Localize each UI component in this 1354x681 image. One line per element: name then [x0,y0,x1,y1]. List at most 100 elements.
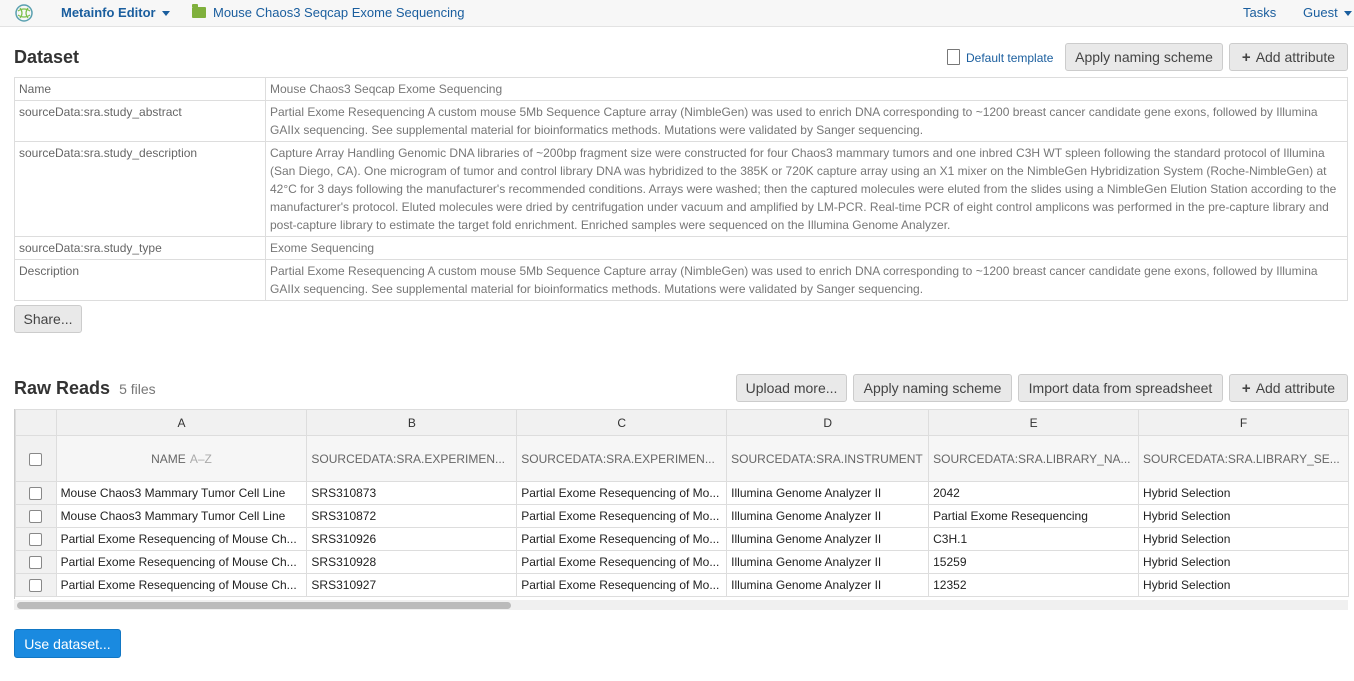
column-letter[interactable]: C [516,409,728,436]
column-letter[interactable]: F [1138,409,1349,436]
app-menu[interactable]: Metainfo Editor [61,5,170,20]
table-cell[interactable]: Illumina Genome Analyzer II [726,504,930,528]
table-cell[interactable]: Partial Exome Resequencing of Mo... [516,527,728,551]
tasks-link[interactable]: Tasks [1243,5,1276,20]
column-header[interactable]: SOURCEDATA:SRA.EXPERIMEN... [306,435,518,482]
column-letter[interactable]: D [726,409,930,436]
table-cell[interactable]: Mouse Chaos3 Mammary Tumor Cell Line [55,481,308,505]
attribute-row[interactable]: Name Mouse Chaos3 Seqcap Exome Sequencing [14,77,1348,101]
apply-naming-scheme-button[interactable]: Apply naming scheme [1065,43,1223,71]
attribute-row[interactable]: sourceData:sra.study_abstract Partial Exo… [14,100,1348,142]
table-cell[interactable]: 15259 [928,550,1140,574]
column-letter-row: A B C D E F [15,409,1349,436]
table-cell[interactable]: Mouse Chaos3 Mammary Tumor Cell Line [55,504,308,528]
column-header[interactable]: SOURCEDATA:SRA.EXPERIMEN... [516,435,728,482]
attribute-row[interactable]: sourceData:sra.study_type Exome Sequencin… [14,236,1348,260]
column-header-name[interactable]: NAME A–Z [55,435,308,482]
name-header-label: NAME [151,451,186,466]
table-cell[interactable]: Hybrid Selection [1138,573,1349,597]
select-all-checkbox[interactable] [29,452,43,466]
attribute-value[interactable]: Capture Array Handling Genomic DNA libra… [265,141,1348,237]
column-letter[interactable]: B [306,409,518,436]
table-cell[interactable]: Partial Exome Resequencing [928,504,1140,528]
dataset-attributes-table: Name Mouse Chaos3 Seqcap Exome Sequencing… [14,77,1348,301]
add-attribute-button[interactable]: + Add attribute [1229,374,1348,402]
table-row[interactable]: Mouse Chaos3 Mammary Tumor Cell Line SRS… [15,504,1349,528]
select-all-cell [15,435,57,482]
attribute-key: sourceData:sra.study_abstract [14,100,266,142]
column-letter[interactable]: E [928,409,1140,436]
table-row[interactable]: Mouse Chaos3 Mammary Tumor Cell Line SRS… [15,481,1349,505]
raw-reads-title: Raw Reads 5 files [14,378,156,399]
table-cell[interactable]: Hybrid Selection [1138,481,1349,505]
table-cell[interactable]: Partial Exome Resequencing of Mouse Ch..… [55,573,308,597]
corner-cell [15,409,57,436]
table-cell[interactable]: Illumina Genome Analyzer II [726,573,930,597]
table-cell[interactable]: Illumina Genome Analyzer II [726,527,930,551]
table-cell[interactable]: Partial Exome Resequencing of Mo... [516,573,728,597]
plus-icon: + [1241,49,1251,66]
table-cell[interactable]: SRS310927 [306,573,518,597]
row-checkbox[interactable] [29,487,43,501]
table-cell[interactable]: Partial Exome Resequencing of Mo... [516,550,728,574]
attribute-row[interactable]: sourceData:sra.study_description Capture … [14,141,1348,237]
share-button[interactable]: Share... [14,305,82,333]
user-menu[interactable]: Guest [1303,5,1352,20]
folder-icon [192,4,206,18]
document-icon [947,49,960,65]
table-row[interactable]: Partial Exome Resequencing of Mouse Ch..… [15,527,1349,551]
table-cell[interactable]: Illumina Genome Analyzer II [726,550,930,574]
horizontal-scrollbar[interactable] [14,600,1348,610]
user-label: Guest [1303,5,1338,20]
table-cell[interactable]: 12352 [928,573,1140,597]
attribute-key: sourceData:sra.study_description [14,141,266,237]
project-link[interactable]: Mouse Chaos3 Seqcap Exome Sequencing [192,4,465,20]
row-select-cell [15,550,57,574]
attribute-value[interactable]: Exome Sequencing [265,236,1348,260]
attribute-value[interactable]: Mouse Chaos3 Seqcap Exome Sequencing [265,77,1348,101]
table-cell[interactable]: SRS310873 [306,481,518,505]
scrollbar-thumb[interactable] [17,602,511,609]
attribute-value[interactable]: Partial Exome Resequencing A custom mous… [265,259,1348,301]
app-logo-icon[interactable] [14,3,34,23]
table-cell[interactable]: 2042 [928,481,1140,505]
table-cell[interactable]: Partial Exome Resequencing of Mouse Ch..… [55,527,308,551]
attribute-value[interactable]: Partial Exome Resequencing A custom mous… [265,100,1348,142]
row-checkbox[interactable] [29,579,43,593]
table-cell[interactable]: Hybrid Selection [1138,550,1349,574]
upload-more-button[interactable]: Upload more... [736,374,847,402]
chevron-down-icon [1343,11,1352,17]
table-row[interactable]: Partial Exome Resequencing of Mouse Ch..… [15,573,1349,597]
table-cell[interactable]: SRS310872 [306,504,518,528]
row-checkbox[interactable] [29,533,43,547]
column-header[interactable]: SOURCEDATA:SRA.LIBRARY_NA... [928,435,1140,482]
table-cell[interactable]: Partial Exome Resequencing of Mo... [516,504,728,528]
table-cell[interactable]: SRS310928 [306,550,518,574]
attribute-row[interactable]: Description Partial Exome Resequencing A … [14,259,1348,301]
table-cell[interactable]: C3H.1 [928,527,1140,551]
row-checkbox[interactable] [29,510,43,524]
table-cell[interactable]: SRS310926 [306,527,518,551]
chevron-down-icon [161,11,170,17]
table-cell[interactable]: Partial Exome Resequencing of Mo... [516,481,728,505]
table-cell[interactable]: Hybrid Selection [1138,527,1349,551]
column-header[interactable]: SOURCEDATA:SRA.LIBRARY_SE... [1138,435,1349,482]
add-attribute-label: Add attribute [1255,49,1336,65]
column-header[interactable]: SOURCEDATA:SRA.INSTRUMENT [726,435,930,482]
table-cell[interactable]: Partial Exome Resequencing of Mouse Ch..… [55,550,308,574]
table-cell[interactable]: Hybrid Selection [1138,504,1349,528]
column-letter[interactable]: A [55,409,308,436]
table-row[interactable]: Partial Exome Resequencing of Mouse Ch..… [15,550,1349,574]
project-label: Mouse Chaos3 Seqcap Exome Sequencing [213,5,465,20]
use-dataset-button[interactable]: Use dataset... [14,629,121,658]
default-template-link[interactable]: Default template [947,49,1053,65]
raw-reads-title-label: Raw Reads [14,378,111,398]
table-cell[interactable]: Illumina Genome Analyzer II [726,481,930,505]
row-checkbox[interactable] [29,556,43,570]
attribute-key: Description [14,259,266,301]
add-attribute-button[interactable]: + Add attribute [1229,43,1348,71]
apply-naming-scheme-button[interactable]: Apply naming scheme [853,374,1012,402]
app-menu-label: Metainfo Editor [61,5,156,20]
import-spreadsheet-button[interactable]: Import data from spreadsheet [1018,374,1223,402]
row-select-cell [15,504,57,528]
